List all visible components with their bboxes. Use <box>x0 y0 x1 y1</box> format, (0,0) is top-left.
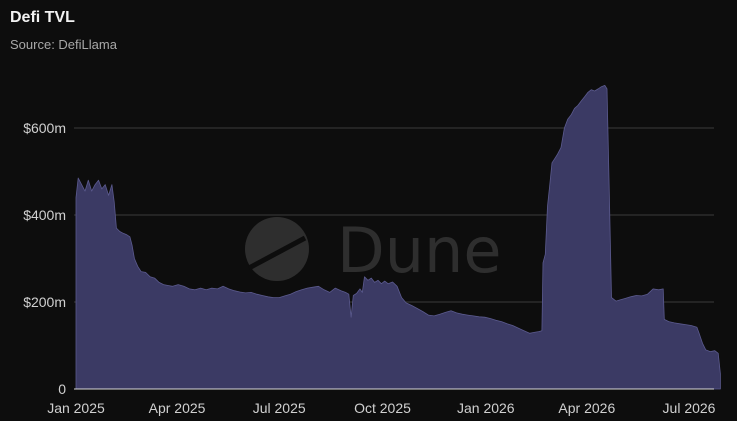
x-tick-label: Apr 2025 <box>149 400 206 416</box>
x-tick-label: Jul 2026 <box>663 400 716 416</box>
x-tick-label: Jan 2026 <box>457 400 515 416</box>
watermark-text: Dune <box>337 214 501 287</box>
y-tick-label: 0 <box>58 381 66 397</box>
y-tick-label: $400m <box>23 207 66 223</box>
x-tick-label: Jan 2025 <box>47 400 105 416</box>
tvl-area-chart: Dune 0 $200m $400m $600m Jan 2025 Apr 2025 Ju… <box>23 85 721 416</box>
x-axis-ticks: Jan 2025 Apr 2025 Jul 2025 Oct 2025 Jan 2026… <box>47 400 715 416</box>
chart-card: Defi TVL Source: DefiLlama Dune 0 $200m $4… <box>0 0 737 421</box>
x-tick-label: Oct 2025 <box>354 400 411 416</box>
x-tick-label: Jul 2025 <box>253 400 306 416</box>
y-axis-ticks: 0 $200m $400m $600m <box>23 120 66 397</box>
y-tick-label: $200m <box>23 294 66 310</box>
dune-watermark: Dune <box>245 214 501 287</box>
dune-logo-icon <box>245 217 309 281</box>
y-tick-label: $600m <box>23 120 66 136</box>
x-tick-label: Apr 2026 <box>558 400 615 416</box>
